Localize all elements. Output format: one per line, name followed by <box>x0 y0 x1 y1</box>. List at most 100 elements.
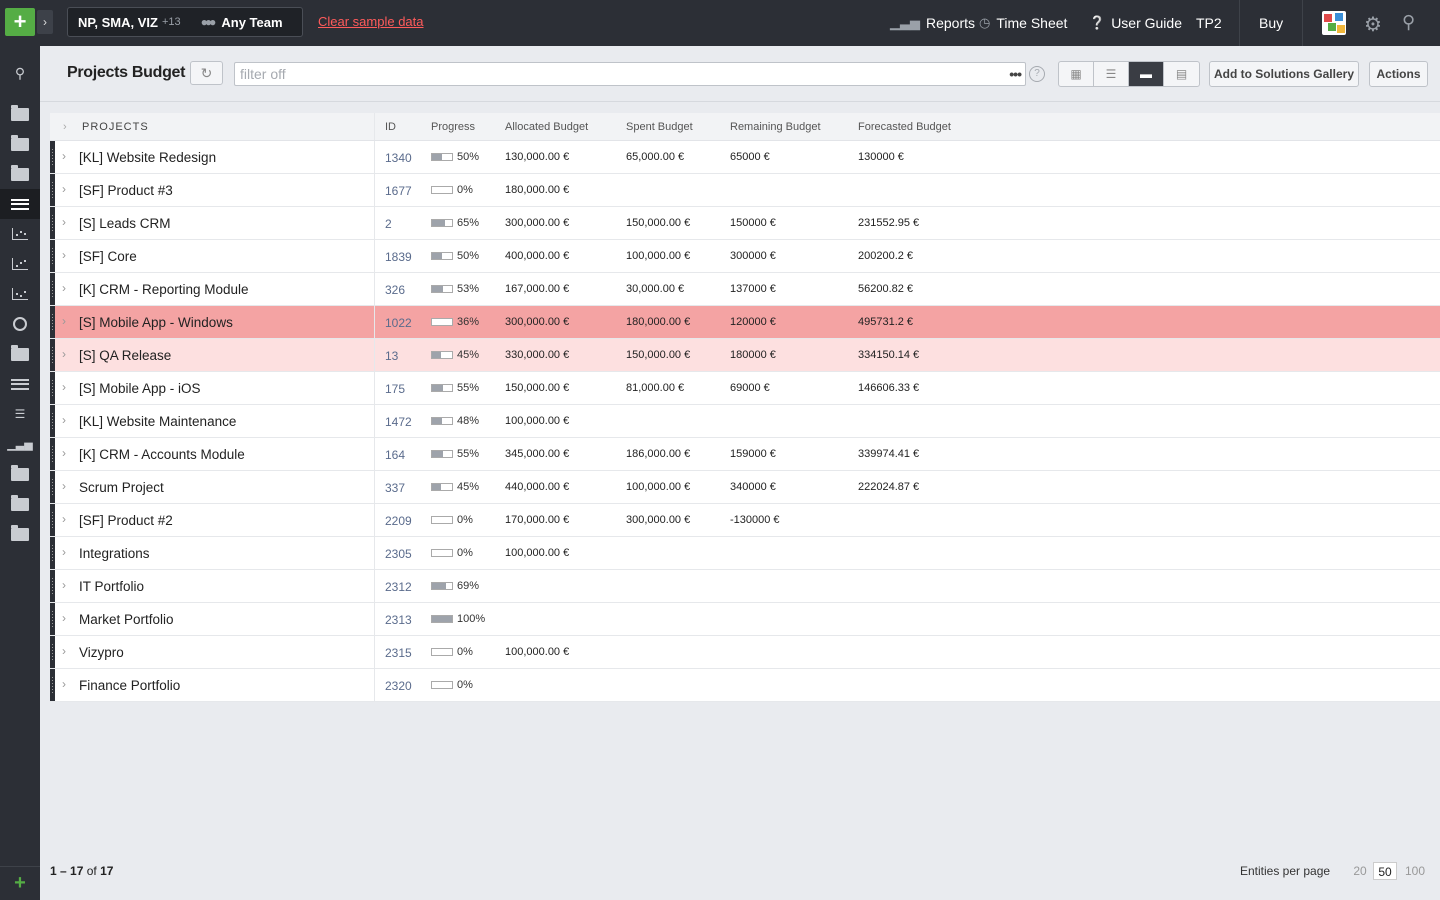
user-guide-link[interactable]: ❔ User Guide <box>1089 0 1182 46</box>
help-icon[interactable]: ? <box>1029 66 1045 82</box>
folder-icon[interactable] <box>0 519 40 549</box>
project-id[interactable]: 164 <box>385 448 405 462</box>
table-row[interactable]: › IT Portfolio 2312 69% <box>50 570 1440 603</box>
column-allocated-budget[interactable]: Allocated Budget <box>505 121 588 133</box>
project-id[interactable]: 1472 <box>385 415 412 429</box>
drag-handle-icon[interactable] <box>50 141 55 173</box>
chevron-right-icon[interactable]: › <box>62 446 66 460</box>
add-view-icon[interactable]: + <box>0 866 40 900</box>
chevron-right-icon[interactable]: › <box>62 413 66 427</box>
table-row[interactable]: › [SF] Core 1839 50% 400,000.00 € 100,000.00 … <box>50 240 1440 273</box>
refresh-icon[interactable]: ↻ <box>190 61 223 85</box>
timeline-view-icon[interactable]: ▤ <box>1164 62 1199 86</box>
column-id[interactable]: ID <box>385 121 396 133</box>
project-name[interactable]: [S] QA Release <box>79 348 171 363</box>
table-row[interactable]: › [KL] Website Maintenance 1472 48% 100,000.… <box>50 405 1440 438</box>
actions-button[interactable]: Actions <box>1369 61 1428 87</box>
folder-icon[interactable] <box>0 129 40 159</box>
chevron-right-icon[interactable]: › <box>62 479 66 493</box>
time-sheet-link[interactable]: ◷ Time Sheet <box>979 0 1067 46</box>
column-progress[interactable]: Progress <box>431 121 475 133</box>
chevron-right-icon[interactable]: › <box>62 314 66 328</box>
table-row[interactable]: › Market Portfolio 2313 100% <box>50 603 1440 636</box>
project-id[interactable]: 337 <box>385 481 405 495</box>
gear-icon[interactable]: ⚙ <box>1364 12 1382 37</box>
chevron-right-icon[interactable]: › <box>62 578 66 592</box>
project-id[interactable]: 2209 <box>385 514 412 528</box>
chevron-right-icon[interactable]: › <box>62 149 66 163</box>
add-to-solutions-gallery-button[interactable]: Add to Solutions Gallery <box>1209 61 1359 87</box>
table-row[interactable]: › [K] CRM - Reporting Module 326 53% 167,000… <box>50 273 1440 306</box>
project-id[interactable]: 2 <box>385 217 392 231</box>
drag-handle-icon[interactable] <box>50 240 55 272</box>
per-page-option-selected[interactable]: 50 <box>1373 862 1397 880</box>
filter-more-icon[interactable]: ••• <box>1009 63 1022 85</box>
drag-handle-icon[interactable] <box>50 603 55 635</box>
drag-handle-icon[interactable] <box>50 636 55 668</box>
sidebar-search-icon[interactable]: ⚲ <box>0 58 40 88</box>
context-selector[interactable]: NP, SMA, VIZ +13 ●●● Any Team <box>67 7 303 37</box>
table-row[interactable]: › [K] CRM - Accounts Module 164 55% 345,000.… <box>50 438 1440 471</box>
table-row[interactable]: › [S] Leads CRM 2 65% 300,000.00 € 150,000.00… <box>50 207 1440 240</box>
drag-handle-icon[interactable] <box>50 207 55 239</box>
column-forecasted-budget[interactable]: Forecasted Budget <box>858 121 951 133</box>
drag-handle-icon[interactable] <box>50 273 55 305</box>
project-name[interactable]: [S] Mobile App - iOS <box>79 381 201 396</box>
drag-handle-icon[interactable] <box>50 372 55 404</box>
project-name[interactable]: Finance Portfolio <box>79 678 180 693</box>
search-icon[interactable]: ⚲ <box>1402 12 1415 33</box>
drag-handle-icon[interactable] <box>50 306 55 338</box>
chevron-right-icon[interactable]: › <box>62 347 66 361</box>
timeline-icon[interactable]: ☰ <box>0 399 40 429</box>
drag-handle-icon[interactable] <box>50 174 55 206</box>
chevron-right-icon[interactable]: › <box>62 644 66 658</box>
chevron-right-icon[interactable]: › <box>62 611 66 625</box>
table-row[interactable]: › [S] Mobile App - iOS 175 55% 150,000.00 € 8… <box>50 372 1440 405</box>
folder-icon[interactable] <box>0 489 40 519</box>
drag-handle-icon[interactable] <box>50 438 55 470</box>
filter-input[interactable]: filter off ••• <box>234 62 1026 86</box>
project-name[interactable]: [K] CRM - Reporting Module <box>79 282 249 297</box>
table-row[interactable]: › [S] Mobile App - Windows 1022 36% 300,000.… <box>50 306 1440 339</box>
chart-icon[interactable] <box>0 219 40 249</box>
project-name[interactable]: Scrum Project <box>79 480 164 495</box>
chevron-right-icon[interactable]: › <box>62 281 66 295</box>
column-remaining-budget[interactable]: Remaining Budget <box>730 121 821 133</box>
table-row[interactable]: › Integrations 2305 0% 100,000.00 € <box>50 537 1440 570</box>
project-id[interactable]: 1340 <box>385 151 412 165</box>
avatar[interactable] <box>1322 11 1346 35</box>
clear-sample-data-link[interactable]: Clear sample data <box>318 14 424 29</box>
table-row[interactable]: › Finance Portfolio 2320 0% <box>50 669 1440 702</box>
project-id[interactable]: 2305 <box>385 547 412 561</box>
project-name[interactable]: Integrations <box>79 546 150 561</box>
table-row[interactable]: › [SF] Product #2 2209 0% 170,000.00 € 300,00… <box>50 504 1440 537</box>
table-row[interactable]: › Vizypro 2315 0% 100,000.00 € <box>50 636 1440 669</box>
project-id[interactable]: 326 <box>385 283 405 297</box>
project-id[interactable]: 1677 <box>385 184 412 198</box>
add-button[interactable]: + <box>5 8 35 36</box>
project-name[interactable]: IT Portfolio <box>79 579 144 594</box>
bar-chart-icon[interactable]: ▁▃▅ <box>0 429 40 459</box>
table-row[interactable]: › [KL] Website Redesign 1340 50% 130,000.00 … <box>50 141 1440 174</box>
project-name[interactable]: Market Portfolio <box>79 612 174 627</box>
list-view-icon[interactable]: ▬ <box>1129 62 1164 86</box>
per-page-option[interactable]: 100 <box>1402 862 1428 880</box>
drag-handle-icon[interactable] <box>50 570 55 602</box>
project-name[interactable]: [KL] Website Maintenance <box>79 414 236 429</box>
drag-handle-icon[interactable] <box>50 471 55 503</box>
chevron-right-icon[interactable]: › <box>62 545 66 559</box>
project-id[interactable]: 2312 <box>385 580 412 594</box>
reports-link[interactable]: ▁▃▅ Reports <box>890 0 975 46</box>
drag-handle-icon[interactable] <box>50 339 55 371</box>
project-name[interactable]: [KL] Website Redesign <box>79 150 216 165</box>
gauge-icon[interactable] <box>0 309 40 339</box>
project-name[interactable]: Vizypro <box>79 645 124 660</box>
project-id[interactable]: 175 <box>385 382 405 396</box>
list-view-icon[interactable] <box>0 189 40 219</box>
project-id[interactable]: 1022 <box>385 316 412 330</box>
folder-icon[interactable] <box>0 459 40 489</box>
chevron-right-icon[interactable]: › <box>62 215 66 229</box>
project-name[interactable]: [SF] Core <box>79 249 137 264</box>
open-folder-icon[interactable] <box>0 339 40 369</box>
drag-handle-icon[interactable] <box>50 405 55 437</box>
